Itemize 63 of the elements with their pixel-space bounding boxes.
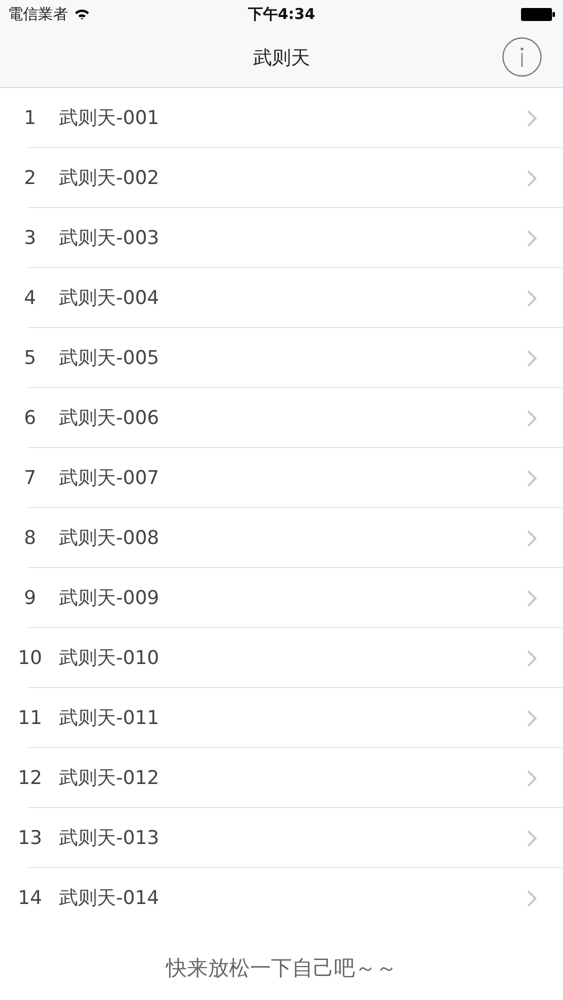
list-row[interactable]: 13 武则天-013 [0,808,563,868]
row-number: 13 [16,827,44,849]
chevron-icon [527,410,537,426]
footer-text: 快来放松一下自己吧～～ [164,955,398,982]
chevron-icon [527,290,537,306]
chevron-icon [527,230,537,246]
chevron-icon [527,470,537,486]
list-row[interactable]: 2 武则天-002 [0,148,563,208]
row-title: 武则天-001 [59,106,160,131]
row-number: 7 [22,467,38,489]
chevron-icon [527,110,537,126]
row-title: 武则天-007 [59,466,160,491]
row-title: 武则天-003 [59,226,160,251]
row-title: 武则天-002 [59,166,160,191]
list-row[interactable]: 14 武则天-014 [0,868,563,928]
carrier-name: 電信業者 [8,4,68,24]
list-row[interactable]: 10 武则天-010 [0,628,563,688]
row-title: 武则天-011 [59,706,160,731]
row-title: 武则天-010 [59,646,160,671]
chevron-icon [527,650,537,666]
list-row[interactable]: 5 武则天-005 [0,328,563,388]
row-title: 武则天-004 [59,286,160,311]
row-number: 12 [16,767,44,789]
list-row[interactable]: 1 武则天-001 [0,88,563,148]
row-number: 9 [22,587,38,609]
chevron-icon [527,890,537,906]
wifi-icon [74,8,90,20]
row-title: 武则天-006 [59,406,160,431]
chevron-icon [527,530,537,546]
row-number: 14 [16,887,44,909]
list-row[interactable]: 7 武则天-007 [0,448,563,508]
list-row[interactable]: 8 武则天-008 [0,508,563,568]
row-number: 6 [22,407,38,429]
row-number: 11 [16,707,44,729]
row-number: 5 [22,347,38,369]
row-number: 3 [22,227,38,249]
info-icon[interactable] [502,37,542,77]
list-row[interactable]: 12 武则天-012 [0,748,563,808]
chevron-icon [527,770,537,786]
row-title: 武则天-013 [59,826,160,851]
row-number: 2 [22,167,38,189]
row-title: 武则天-012 [59,766,160,791]
row-number: 4 [22,287,38,309]
row-number: 10 [16,647,44,669]
battery-icon [521,8,555,20]
list-row[interactable]: 6 武则天-006 [0,388,563,448]
row-title: 武则天-014 [59,886,160,911]
row-title: 武则天-005 [59,346,160,371]
chevron-icon [527,170,537,186]
row-title: 武则天-009 [59,586,160,611]
chevron-icon [527,350,537,366]
list-row[interactable]: 3 武则天-003 [0,208,563,268]
row-title: 武则天-008 [59,526,160,551]
row-number: 8 [22,527,38,549]
list-row[interactable]: 11 武则天-011 [0,688,563,748]
chevron-icon [527,710,537,726]
row-number: 1 [22,107,38,129]
list-row[interactable]: 4 武则天-004 [0,268,563,328]
chevron-icon [527,830,537,846]
status-time: 下午4:34 [248,4,316,24]
nav-title: 武则天 [253,46,310,70]
list-row[interactable]: 9 武则天-009 [0,568,563,628]
chevron-icon [527,590,537,606]
